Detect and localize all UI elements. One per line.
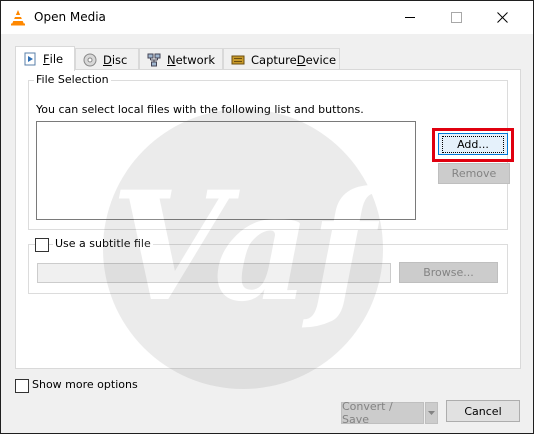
show-more-options-label[interactable]: Show more options bbox=[32, 378, 138, 391]
minimize-button[interactable] bbox=[387, 1, 433, 34]
subtitle-file-field[interactable] bbox=[37, 263, 391, 283]
tab-disc-mnemonic: D bbox=[103, 53, 112, 67]
maximize-icon bbox=[450, 12, 462, 23]
vlc-cone-icon bbox=[11, 10, 25, 26]
tab-disc-label: isc bbox=[111, 53, 128, 67]
tab-network[interactable]: Network bbox=[139, 48, 223, 71]
close-button[interactable] bbox=[479, 1, 525, 34]
file-icon bbox=[24, 52, 36, 66]
file-selection-group: File Selection You can select local file… bbox=[28, 73, 514, 230]
file-selection-help-text: You can select local files with the foll… bbox=[36, 103, 364, 116]
tab-network-mnemonic: N bbox=[167, 53, 176, 67]
file-tab-panel: File Selection You can select local file… bbox=[15, 69, 521, 369]
tab-network-label: etwork bbox=[175, 53, 216, 67]
cancel-button[interactable]: Cancel bbox=[446, 400, 520, 422]
tab-disc[interactable]: Disc bbox=[75, 48, 139, 71]
disc-icon bbox=[83, 53, 97, 67]
file-selection-title: File Selection bbox=[34, 73, 111, 86]
chevron-down-icon bbox=[428, 411, 435, 415]
capture-device-icon bbox=[231, 55, 245, 65]
convert-save-split-button[interactable]: Convert / Save bbox=[341, 400, 438, 426]
maximize-button[interactable] bbox=[433, 1, 479, 34]
network-icon bbox=[147, 53, 161, 67]
show-more-options-checkbox[interactable] bbox=[15, 379, 29, 393]
tab-capture-mnemonic: D bbox=[296, 53, 306, 67]
cancel-button-label: Cancel bbox=[464, 404, 502, 418]
tab-capture-device[interactable]: Capture Device bbox=[223, 48, 340, 71]
tab-capture-label-pre: Capture bbox=[251, 53, 297, 67]
open-media-dialog: Open Media File Disc N etwork Capture D … bbox=[0, 0, 534, 434]
subtitle-checkbox[interactable] bbox=[35, 238, 49, 252]
minimize-icon bbox=[405, 17, 415, 18]
tab-file-mnemonic: F bbox=[43, 52, 50, 66]
remove-button-label: Remove bbox=[451, 167, 497, 180]
convert-save-label: Convert / Save bbox=[342, 400, 393, 426]
subtitle-group: Use a subtitle file Browse... bbox=[28, 237, 508, 294]
browse-button[interactable]: Browse... bbox=[399, 262, 498, 283]
remove-button[interactable]: Remove bbox=[438, 163, 510, 184]
add-button-highlight-box bbox=[432, 128, 514, 162]
convert-save-dropdown[interactable] bbox=[425, 402, 438, 424]
close-icon bbox=[496, 12, 508, 23]
subtitle-checkbox-label[interactable]: Use a subtitle file bbox=[53, 237, 153, 250]
tab-capture-label: evice bbox=[305, 53, 337, 67]
window-title: Open Media bbox=[34, 10, 106, 24]
convert-save-button[interactable]: Convert / Save bbox=[341, 400, 424, 426]
browse-button-label: Browse... bbox=[423, 266, 474, 279]
file-list[interactable] bbox=[36, 121, 416, 220]
title-bar[interactable]: Open Media bbox=[1, 1, 533, 34]
tab-file[interactable]: File bbox=[15, 46, 75, 71]
tab-file-label: ile bbox=[49, 52, 64, 66]
